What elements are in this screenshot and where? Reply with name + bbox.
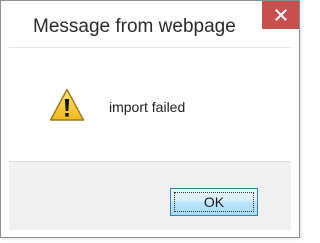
close-button[interactable] (262, 1, 299, 29)
ok-button[interactable]: OK (170, 188, 258, 216)
dialog-body: import failed (9, 47, 291, 162)
close-icon (274, 9, 287, 21)
ok-button-label: OK (203, 194, 225, 210)
dialog-title: Message from webpage (33, 16, 236, 37)
dialog-footer: OK (9, 161, 291, 230)
title-bar[interactable]: Message from webpage (1, 1, 299, 37)
warning-icon (49, 88, 85, 121)
message-dialog: Message from webpage import failed OK (0, 0, 300, 238)
dialog-message: import failed (109, 99, 186, 115)
